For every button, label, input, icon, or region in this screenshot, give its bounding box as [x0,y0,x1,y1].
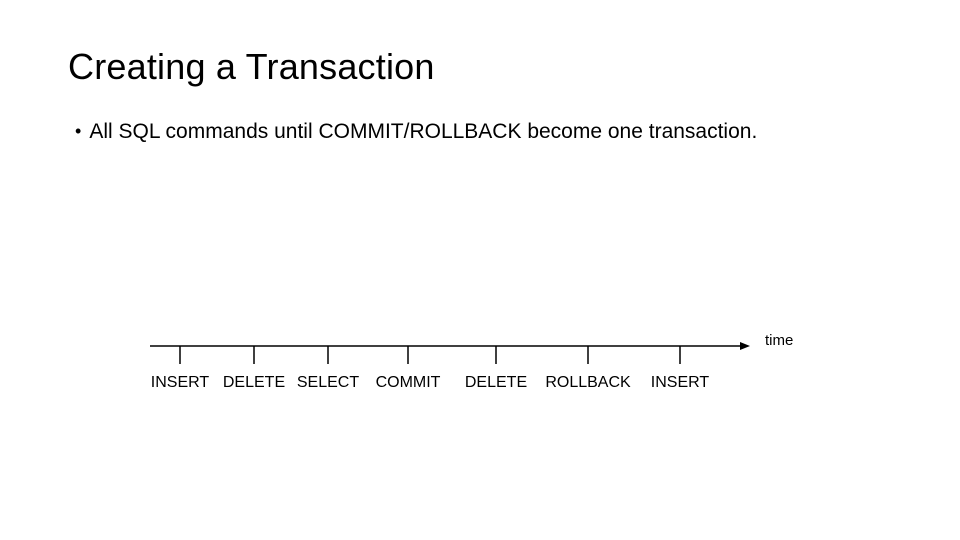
bullet-item: • All SQL commands until COMMIT/ROLLBACK… [75,120,757,144]
timeline-command-label: DELETE [465,374,527,392]
arrow-right-icon [740,342,750,350]
bullet-dot-icon: • [75,122,81,140]
timeline-command-label: INSERT [151,374,209,392]
timeline-axis [150,340,760,370]
timeline-command-label: SELECT [297,374,359,392]
timeline-command-label: INSERT [651,374,709,392]
timeline-diagram: INSERT DELETE SELECT COMMIT DELETE ROLLBACK IN… [150,340,760,410]
bullet-text: All SQL commands until COMMIT/ROLLBACK b… [89,120,757,144]
slide-title: Creating a Transaction [68,46,435,88]
axis-label-time: time [765,332,793,349]
timeline-command-label: DELETE [223,374,285,392]
timeline-command-label: ROLLBACK [545,374,630,392]
timeline-command-label: COMMIT [376,374,441,392]
